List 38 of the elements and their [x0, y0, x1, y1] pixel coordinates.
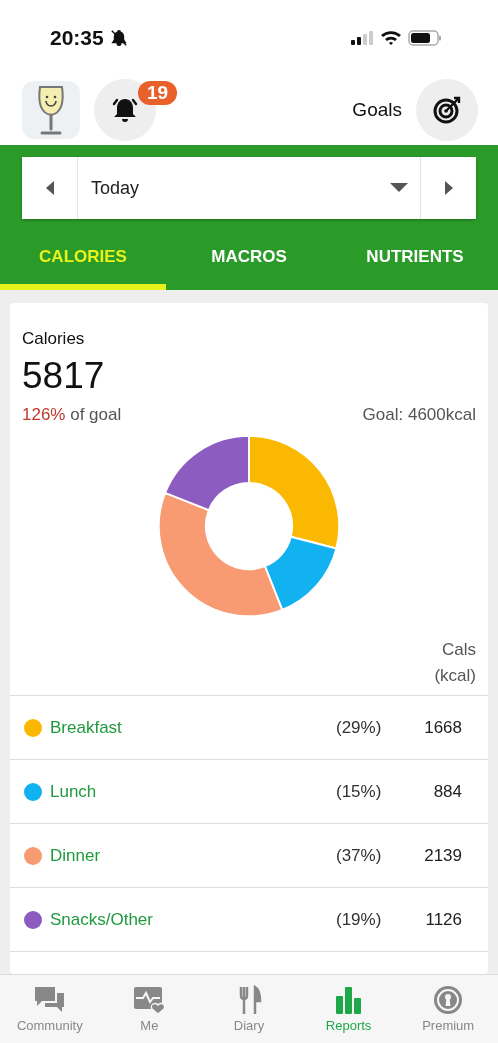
signal-icon	[350, 29, 374, 46]
date-dropdown[interactable]: Today	[78, 157, 390, 219]
wifi-icon	[380, 29, 402, 46]
notification-badge: 19	[138, 81, 178, 105]
column-header: Cals (kcal)	[433, 639, 477, 687]
left-triangle-icon	[44, 180, 55, 196]
meal-share: (37%)	[336, 845, 383, 866]
meal-share: (19%)	[336, 909, 383, 930]
caret-icon	[390, 183, 408, 193]
meal-share: (15%)	[336, 781, 383, 802]
nav-tab[interactable]: Me	[99, 975, 200, 1043]
goals-label: Goals	[352, 99, 402, 121]
right-triangle-icon	[443, 180, 454, 196]
calorie-total: 5817	[22, 355, 106, 397]
wine-glass-avatar-icon[interactable]	[22, 81, 80, 139]
meal-share: (29%)	[336, 717, 383, 738]
status-time: 20:35	[50, 25, 104, 50]
card-title: Calories	[22, 329, 86, 349]
meal-calories: 1126	[424, 909, 462, 930]
report-tab[interactable]: NUTRIENTS	[332, 230, 498, 290]
muted-bell-icon	[109, 28, 128, 47]
nav-tab[interactable]: Reports	[298, 975, 399, 1043]
meal-name[interactable]: Breakfast	[50, 717, 336, 738]
report-tab[interactable]: MACROS	[166, 230, 332, 290]
meal-calories: 1668	[423, 717, 462, 738]
nav-tab[interactable]: Community	[0, 975, 100, 1043]
goal-percent: 126% of goal	[22, 405, 122, 425]
heart-monitor-icon	[132, 985, 167, 1015]
meal-calories: 2139	[423, 845, 462, 866]
meal-name[interactable]: Snacks/Other	[50, 909, 336, 930]
battery-icon	[408, 29, 442, 46]
goal-amount: Goal: 4600kcal	[362, 405, 476, 425]
target-icon	[432, 95, 462, 125]
meal-name[interactable]: Lunch	[50, 781, 336, 802]
meal-calories: 884	[432, 781, 462, 802]
meal-name[interactable]: Dinner	[50, 845, 336, 866]
nav-tab[interactable]: Diary	[199, 975, 299, 1043]
nav-tab[interactable]: Premium	[398, 975, 498, 1043]
